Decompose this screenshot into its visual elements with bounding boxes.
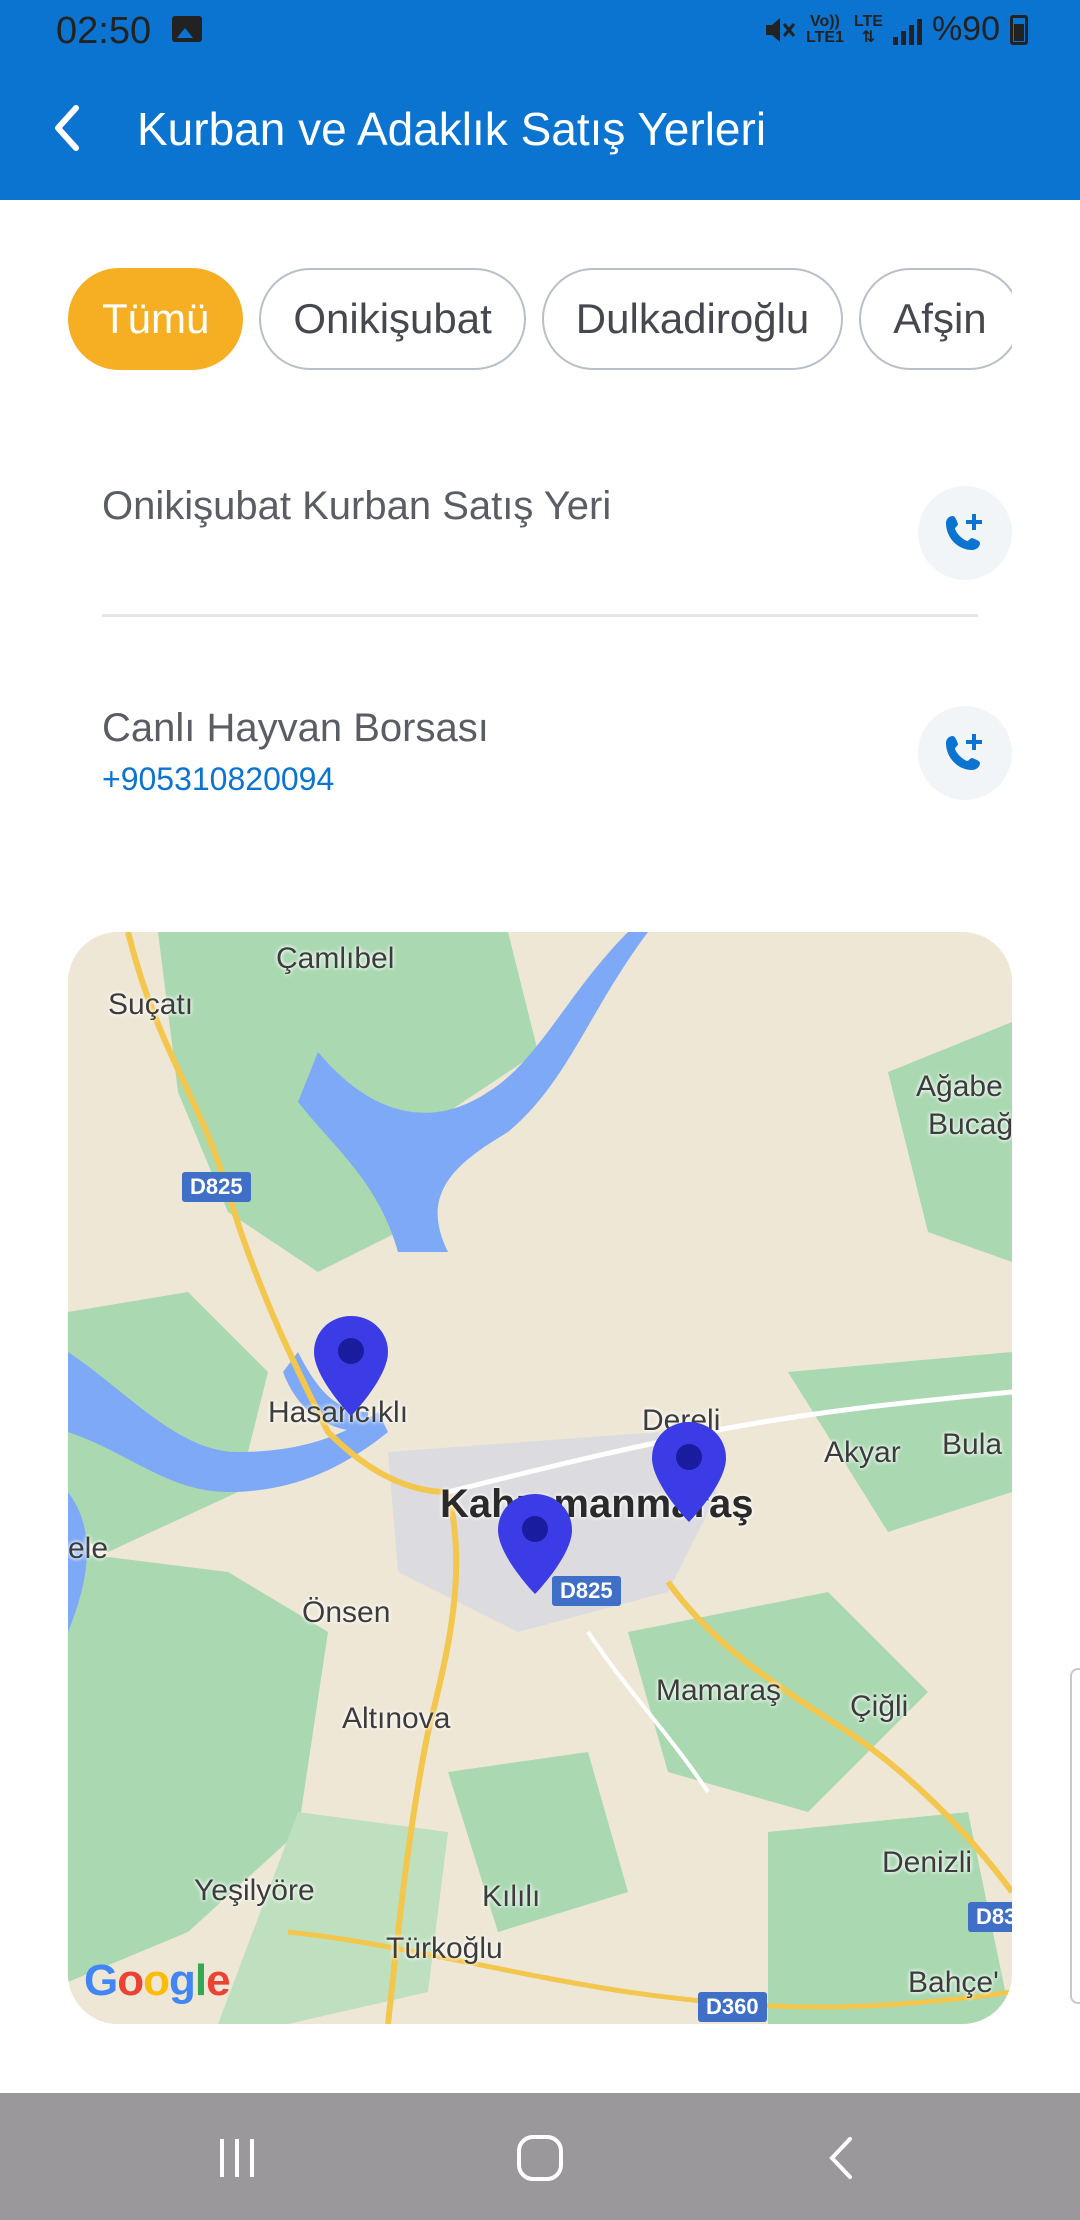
list-item[interactable]: Canlı Hayvan Borsası +905310820094 [102, 706, 1012, 816]
mute-icon [765, 17, 796, 42]
volte-indicator: Vo)) LTE1 [805, 12, 844, 46]
back-icon [829, 2137, 852, 2179]
map-label: Türkoğlu [386, 1932, 503, 1965]
status-icons: Vo)) LTE1 LTE ⇅ %90 [762, 10, 1028, 49]
road-badge: D83 [968, 1902, 1012, 1932]
map-label: Önsen [302, 1596, 391, 1629]
list-item[interactable]: Onikişubat Kurban Satış Yeri [102, 484, 1012, 584]
google-logo: Google [84, 1956, 231, 2005]
add-call-icon [946, 734, 982, 770]
recent-apps-button[interactable] [202, 2123, 272, 2193]
app-bar: Kurban ve Adaklık Satış Yerleri [0, 62, 1080, 200]
page-title: Kurban ve Adaklık Satış Yerleri [137, 103, 767, 155]
map-label: Suçatı [108, 988, 194, 1021]
map-label: Bula [942, 1428, 1003, 1461]
signal-icon [892, 15, 922, 45]
call-button[interactable] [918, 706, 1012, 800]
place-phone[interactable]: +905310820094 [102, 761, 1012, 798]
map-label: Yeşilyöre [194, 1874, 315, 1907]
battery-icon [1010, 14, 1028, 45]
chip-onikisubat[interactable]: Onikişubat [259, 268, 526, 370]
home-icon [517, 2135, 563, 2181]
road-badge: D825 [182, 1172, 251, 1202]
place-name: Canlı Hayvan Borsası [102, 706, 489, 750]
map-pin-icon[interactable] [650, 1420, 728, 1524]
status-time: 02:50 [56, 10, 152, 52]
lte-indicator: LTE ⇅ [853, 12, 883, 46]
map-label: Çamlıbel [276, 942, 395, 975]
map-label: Bahçe' [908, 1966, 999, 1999]
call-button[interactable] [918, 486, 1012, 580]
system-nav-bar [0, 2093, 1080, 2220]
district-filter-chips: Tümü Onikişubat Dulkadiroğlu Afşin [68, 268, 1012, 370]
divider [102, 614, 978, 617]
chip-afsin[interactable]: Afşin [859, 268, 1012, 370]
status-bar: 02:50 Vo)) LTE1 LTE ⇅ %90 [0, 0, 1080, 62]
home-button[interactable] [505, 2123, 575, 2193]
back-arrow-icon[interactable] [40, 98, 100, 158]
back-button[interactable] [808, 2123, 878, 2193]
map-label: Ağabe [916, 1070, 1003, 1103]
map-label: Denizli [882, 1846, 973, 1879]
battery-level: %90 [931, 10, 1000, 48]
place-name: Onikişubat Kurban Satış Yeri [102, 484, 612, 528]
map-view[interactable]: Çamlıbel Suçatı Ağabe Bucağ D825 Hasancı… [68, 932, 1012, 2024]
map-label: Mamaraş [656, 1674, 782, 1707]
map-pin-icon[interactable] [312, 1314, 390, 1418]
chip-tumu[interactable]: Tümü [68, 268, 244, 370]
gallery-icon [172, 16, 202, 42]
map-terrain [68, 932, 1012, 2024]
road-badge: D360 [698, 1992, 767, 2022]
map-label: ele [68, 1532, 109, 1565]
map-label: Çiğli [850, 1690, 909, 1723]
recent-apps-icon [220, 2139, 254, 2177]
map-pin-icon[interactable] [496, 1492, 574, 1596]
map-label: Akyar [824, 1436, 901, 1469]
map-label: Bucağ [928, 1108, 1012, 1141]
map-label: Kılılı [482, 1880, 541, 1913]
map-label: Altınova [342, 1702, 451, 1735]
scroll-handle[interactable] [1070, 1668, 1080, 2004]
add-call-icon [946, 514, 982, 550]
chip-dulkadiroglu[interactable]: Dulkadiroğlu [541, 268, 844, 370]
